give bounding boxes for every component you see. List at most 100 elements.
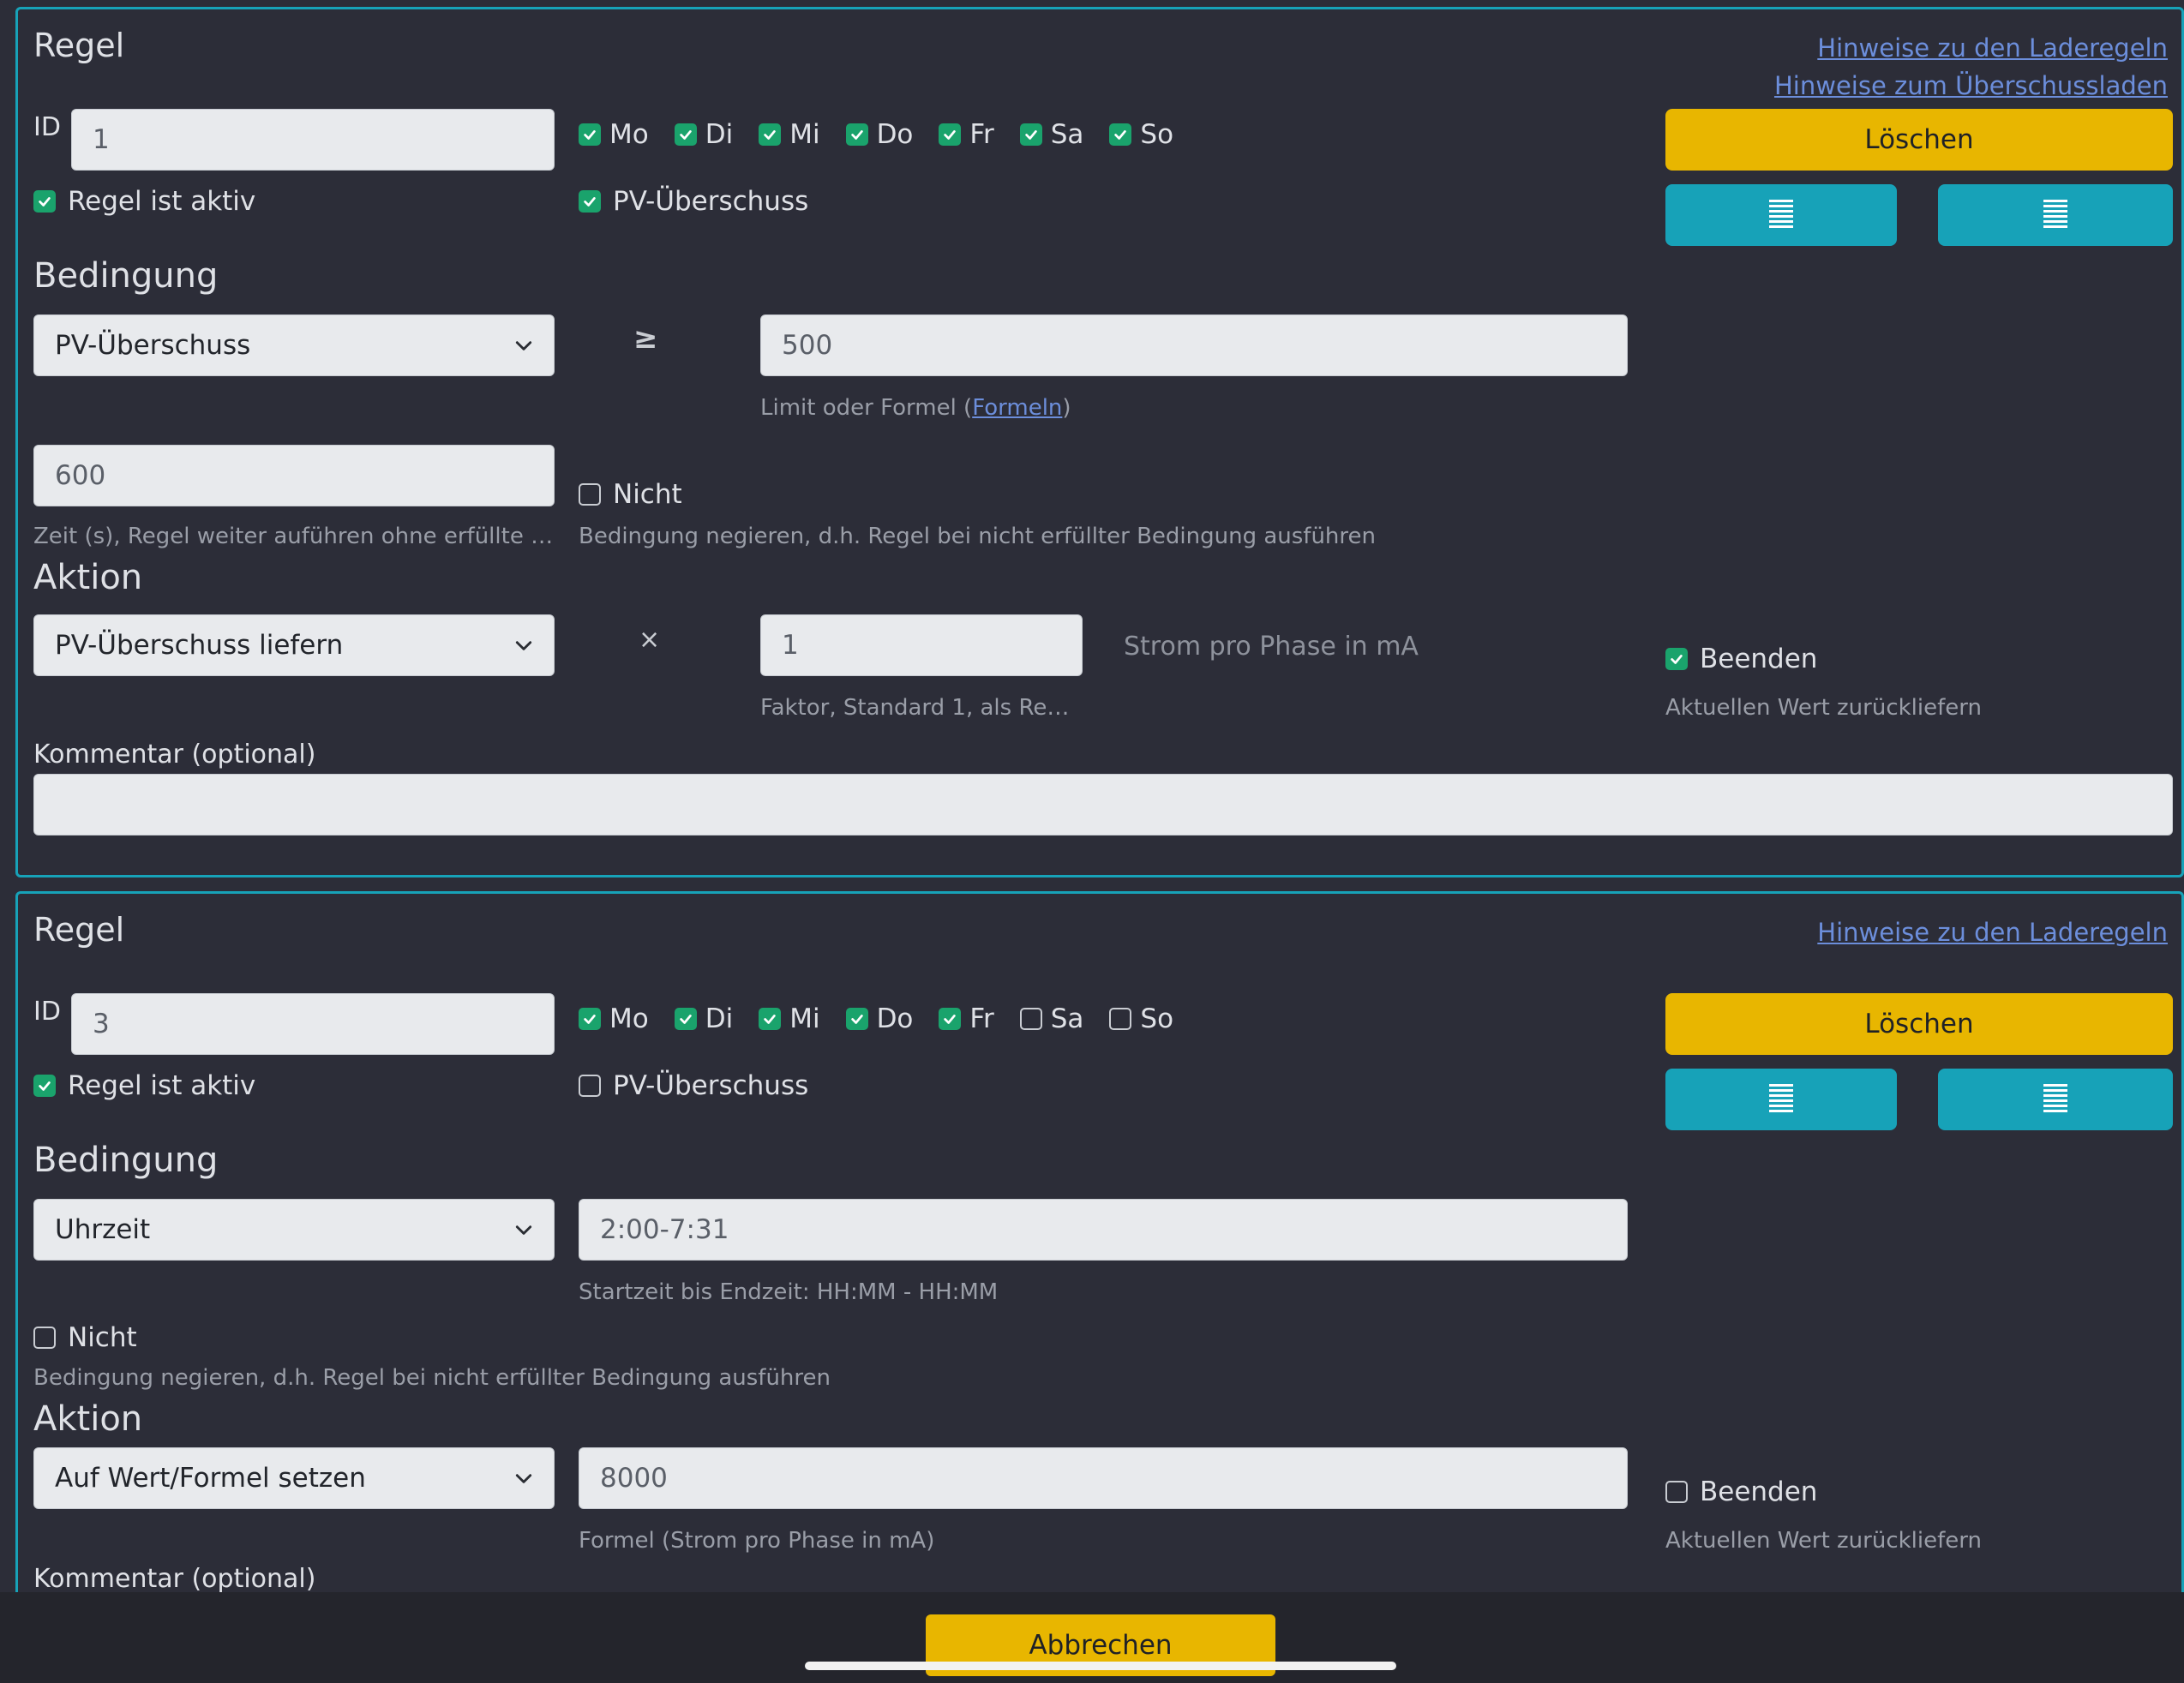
rule-active-checkbox[interactable]: Regel ist aktiv	[33, 1070, 255, 1101]
move-down-button[interactable]	[1938, 1069, 2173, 1130]
weekday-checkbox-sa[interactable]: Sa	[1019, 119, 1084, 150]
chevron-down-icon	[515, 641, 532, 650]
link-laderegeln-hints[interactable]: Hinweise zu den Laderegeln	[1817, 33, 2168, 63]
time-range-input[interactable]: 2:00-7:31	[579, 1199, 1628, 1261]
rule-active-label: Regel ist aktiv	[68, 1070, 256, 1101]
weekday-label: Mo	[609, 1003, 649, 1034]
rule-title: Regel	[33, 27, 125, 64]
check-icon	[759, 1008, 782, 1030]
action-type-select[interactable]: Auf Wert/Formel setzen	[33, 1447, 555, 1509]
check-icon	[579, 190, 601, 213]
condition-help-suffix: )	[1062, 395, 1071, 421]
time-seconds-help: Zeit (s), Regel weiter auführen ohne erf…	[33, 524, 555, 549]
condition-heading: Bedingung	[33, 256, 219, 296]
check-icon	[1665, 1481, 1688, 1503]
move-up-button[interactable]	[1665, 1069, 1897, 1130]
condition-help-prefix: Limit oder Formel (	[760, 395, 973, 421]
condition-type-value: PV-Überschuss	[55, 330, 251, 361]
comment-input[interactable]	[33, 774, 2173, 836]
chevron-down-icon	[515, 1225, 532, 1235]
weekday-checkbox-mi[interactable]: Mi	[759, 119, 820, 150]
weekday-checkbox-so[interactable]: So	[1109, 1003, 1173, 1034]
action-formula-input[interactable]: 8000	[579, 1447, 1628, 1509]
time-seconds-input[interactable]: 600	[33, 445, 555, 506]
weekday-label: Di	[705, 119, 734, 150]
rule-active-checkbox[interactable]: Regel ist aktiv	[33, 186, 255, 217]
list-icon	[1769, 200, 1793, 231]
action-heading: Aktion	[33, 1399, 143, 1439]
pv-surplus-label: PV-Überschuss	[613, 1070, 809, 1101]
check-icon	[759, 123, 782, 146]
link-ueberschussladen-hints[interactable]: Hinweise zum Überschussladen	[1774, 71, 2168, 100]
weekday-label: Do	[876, 1003, 914, 1034]
move-up-button[interactable]	[1665, 184, 1897, 246]
pv-surplus-checkbox[interactable]: PV-Überschuss	[579, 1070, 808, 1101]
link-laderegeln-hints[interactable]: Hinweise zu den Laderegeln	[1817, 918, 2168, 947]
end-checkbox[interactable]: Beenden	[1665, 644, 1817, 674]
weekday-label: Sa	[1050, 119, 1084, 150]
weekday-checkbox-do[interactable]: Do	[845, 1003, 914, 1034]
negate-checkbox[interactable]: Nicht	[33, 1322, 137, 1353]
delete-button[interactable]: Löschen	[1665, 993, 2173, 1055]
action-formula-help: Formel (Strom pro Phase in mA)	[579, 1528, 935, 1554]
end-help: Aktuellen Wert zurückliefern	[1665, 695, 1982, 721]
multiply-operator: ×	[639, 625, 661, 655]
weekday-checkbox-mo[interactable]: Mo	[579, 1003, 649, 1034]
condition-limit-input[interactable]: 500	[760, 314, 1628, 376]
weekday-label: Mi	[789, 119, 820, 150]
chevron-down-icon	[515, 341, 532, 350]
factor-help: Faktor, Standard 1, als Regel...	[760, 695, 1083, 721]
check-icon	[579, 483, 601, 506]
weekday-checkbox-do[interactable]: Do	[845, 119, 913, 150]
check-icon	[1665, 648, 1688, 670]
weekday-checkbox-fr[interactable]: Fr	[939, 1003, 994, 1034]
action-heading: Aktion	[33, 558, 143, 597]
weekday-checkbox-sa[interactable]: Sa	[1019, 1003, 1083, 1034]
check-icon	[579, 123, 601, 146]
weekday-checkbox-di[interactable]: Di	[674, 1003, 733, 1034]
weekday-checkbox-mi[interactable]: Mi	[759, 1003, 820, 1034]
id-label: ID	[33, 997, 61, 1027]
weekday-checkbox-di[interactable]: Di	[674, 119, 734, 150]
condition-type-value: Uhrzeit	[55, 1214, 151, 1245]
condition-heading: Bedingung	[33, 1141, 219, 1180]
check-icon	[939, 123, 962, 146]
check-icon	[33, 1327, 56, 1349]
list-icon	[2043, 200, 2067, 231]
pv-surplus-checkbox[interactable]: PV-Überschuss	[579, 186, 808, 217]
check-icon	[674, 123, 697, 146]
delete-button[interactable]: Löschen	[1665, 109, 2173, 171]
check-icon	[1109, 1008, 1132, 1030]
weekday-checkboxes: Mo Di Mi Do Fr Sa So	[579, 119, 1173, 150]
weekday-checkbox-so[interactable]: So	[1109, 119, 1173, 150]
factor-input[interactable]: 1	[760, 614, 1083, 676]
action-type-select[interactable]: PV-Überschuss liefern	[33, 614, 555, 676]
condition-type-select[interactable]: PV-Überschuss	[33, 314, 555, 376]
end-label: Beenden	[1700, 644, 1818, 674]
negate-checkbox[interactable]: Nicht	[579, 479, 682, 510]
list-icon	[1769, 1084, 1793, 1115]
check-icon	[33, 1075, 56, 1097]
weekday-label: Fr	[969, 119, 994, 150]
negate-label: Nicht	[68, 1322, 137, 1353]
condition-type-select[interactable]: Uhrzeit	[33, 1199, 555, 1261]
check-icon	[1019, 1008, 1042, 1030]
weekday-checkbox-fr[interactable]: Fr	[939, 119, 994, 150]
id-input[interactable]: 1	[71, 109, 555, 171]
formulas-link[interactable]: Formeln	[972, 395, 1062, 421]
weekday-label: Mi	[789, 1003, 820, 1034]
weekday-label: So	[1140, 1003, 1174, 1034]
id-label: ID	[33, 112, 61, 142]
negate-label: Nicht	[613, 479, 682, 510]
comment-label: Kommentar (optional)	[33, 740, 316, 770]
weekday-checkboxes: Mo Di Mi Do Fr Sa So	[579, 1003, 1173, 1034]
weekday-checkbox-mo[interactable]: Mo	[579, 119, 649, 150]
end-checkbox[interactable]: Beenden	[1665, 1476, 1817, 1507]
check-icon	[845, 1008, 868, 1030]
end-help: Aktuellen Wert zurückliefern	[1665, 1528, 1982, 1554]
rule-title: Regel	[33, 911, 125, 949]
move-down-button[interactable]	[1938, 184, 2173, 246]
rule-card-1: Regel Hinweise zu den Laderegeln Hinweis…	[15, 7, 2184, 877]
end-label: Beenden	[1700, 1476, 1818, 1507]
id-input[interactable]: 3	[71, 993, 555, 1055]
